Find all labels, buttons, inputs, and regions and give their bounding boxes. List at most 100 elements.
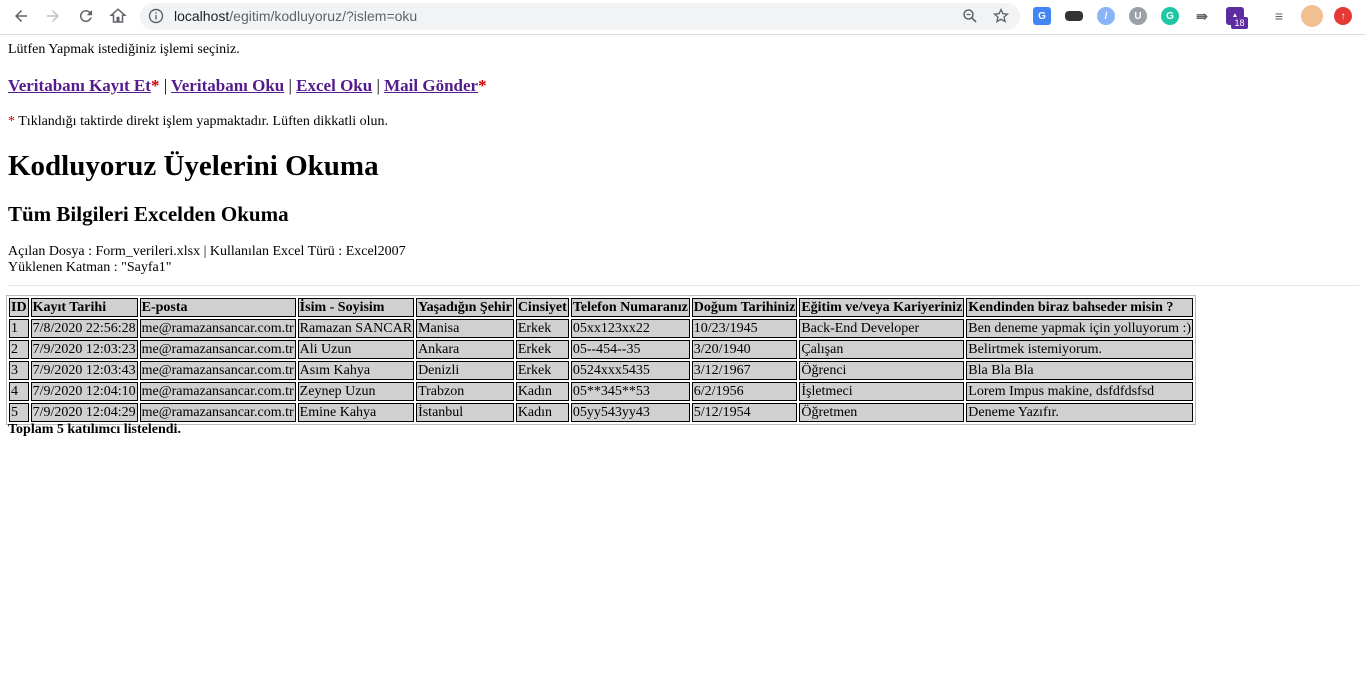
table-row: 1 7/8/2020 22:56:28 me@ramazansancar.com… <box>9 319 1194 338</box>
table-cell: Ali Uzun <box>297 340 415 359</box>
table-cell: İşletmeci <box>799 382 965 401</box>
column-header: Doğum Tarihiniz <box>691 298 798 317</box>
column-header: Yaşadığın Şehir <box>416 298 514 317</box>
table-cell: Öğretmen <box>799 403 965 422</box>
table-cell: 05xx123xx22 <box>570 319 690 338</box>
file-line: Açılan Dosya : Form_verileri.xlsx | Kull… <box>8 244 406 259</box>
zoom-icon[interactable] <box>962 8 978 24</box>
media-queue-icon[interactable]: ≡ <box>1270 7 1288 25</box>
info-icon[interactable] <box>148 8 164 24</box>
table-cell: 10/23/1945 <box>691 319 798 338</box>
db-save-link[interactable]: Veritabanı Kayıt Et <box>8 76 151 95</box>
page-subtitle: Tüm Bilgileri Excelden Okuma <box>8 202 289 226</box>
reload-icon[interactable] <box>75 5 97 27</box>
warning-note: * Tıklandığı taktirde direkt işlem yapma… <box>8 114 388 130</box>
table-cell: Erkek <box>515 340 569 359</box>
table-cell: Trabzon <box>416 382 514 401</box>
table-cell: Erkek <box>515 361 569 380</box>
grammarly-icon[interactable]: G <box>1161 7 1179 25</box>
column-header: Kendinden biraz bahseder misin ? <box>966 298 1194 317</box>
table-cell: me@ramazansancar.com.tr <box>139 340 296 359</box>
update-arrow-icon[interactable]: ↑ <box>1334 7 1352 25</box>
table-header-row: ID Kayıt Tarihi E-posta İsim - Soyisim Y… <box>9 298 1194 317</box>
table-cell: Erkek <box>515 319 569 338</box>
url-text[interactable]: localhost/egitim/kodluyoruz/?islem=oku <box>174 8 417 25</box>
column-header: Telefon Numaranız <box>570 298 690 317</box>
extension-u-icon[interactable]: U <box>1129 7 1147 25</box>
menu-separator: | <box>288 76 292 95</box>
layer-line: Yüklenen Katman : "Sayfa1" <box>8 260 172 275</box>
table-cell: Çalışan <box>799 340 965 359</box>
table-cell: 4 <box>9 382 29 401</box>
table-cell: me@ramazansancar.com.tr <box>139 361 296 380</box>
page-title: Kodluyoruz Üyelerini Okuma <box>8 150 379 182</box>
table-cell: me@ramazansancar.com.tr <box>139 319 296 338</box>
translate-icon[interactable]: G <box>1033 7 1051 25</box>
table-cell: Lorem Impus makine, dsfdfdsfsd <box>966 382 1194 401</box>
table-cell: Ramazan SANCAR <box>297 319 415 338</box>
address-bar[interactable]: localhost/egitim/kodluyoruz/?islem=oku <box>140 3 1020 30</box>
intro-text: Lütfen Yapmak istediğiniz işlemi seçiniz… <box>8 42 240 57</box>
excel-read-link[interactable]: Excel Oku <box>296 76 372 95</box>
table-cell: İstanbul <box>416 403 514 422</box>
warning-star: * <box>8 114 15 129</box>
column-header: Cinsiyet <box>515 298 569 317</box>
back-icon[interactable] <box>10 5 32 27</box>
table-cell: Emine Kahya <box>297 403 415 422</box>
extension-badge: 18 <box>1231 17 1248 29</box>
warning-star: * <box>150 76 160 95</box>
mail-send-link[interactable]: Mail Gönder <box>384 76 478 95</box>
table-cell: 05yy543yy43 <box>570 403 690 422</box>
column-header: Kayıt Tarihi <box>30 298 138 317</box>
table-cell: 7/9/2020 12:03:23 <box>30 340 138 359</box>
table-cell: Manisa <box>416 319 514 338</box>
table-cell: Deneme Yazıfır. <box>966 403 1194 422</box>
home-icon[interactable] <box>107 5 129 27</box>
total-count: Toplam 5 katılımcı listelendi. <box>8 422 181 437</box>
table-row: 4 7/9/2020 12:04:10 me@ramazansancar.com… <box>9 382 1194 401</box>
table-cell: Denizli <box>416 361 514 380</box>
table-cell: 7/9/2020 12:04:29 <box>30 403 138 422</box>
table-cell: Kadın <box>515 382 569 401</box>
table-cell: 2 <box>9 340 29 359</box>
table-cell: 5/12/1954 <box>691 403 798 422</box>
table-cell: 7/9/2020 12:03:43 <box>30 361 138 380</box>
table-cell: 3/20/1940 <box>691 340 798 359</box>
table-cell: Kadın <box>515 403 569 422</box>
table-cell: 7/9/2020 12:04:10 <box>30 382 138 401</box>
menu-separator: | <box>376 76 380 95</box>
table-cell: Ankara <box>416 340 514 359</box>
table-cell: 5 <box>9 403 29 422</box>
table-cell: Asım Kahya <box>297 361 415 380</box>
column-header: Eğitim ve/veya Kariyeriniz <box>799 298 965 317</box>
table-cell: Öğrenci <box>799 361 965 380</box>
table-cell: Ben deneme yapmak için yolluyorum :) <box>966 319 1194 338</box>
table-cell: me@ramazansancar.com.tr <box>139 403 296 422</box>
menu-separator: | <box>163 76 168 95</box>
divider <box>8 285 1359 286</box>
incognito-glasses-icon[interactable] <box>1065 11 1083 21</box>
file-info: Açılan Dosya : Form_verileri.xlsx | Kull… <box>8 244 406 276</box>
db-read-link[interactable]: Veritabanı Oku <box>171 76 284 95</box>
extension-compass-icon[interactable]: / <box>1097 7 1115 25</box>
table-cell: me@ramazansancar.com.tr <box>139 382 296 401</box>
table-row: 2 7/9/2020 12:03:23 me@ramazansancar.com… <box>9 340 1194 359</box>
table-cell: 7/8/2020 22:56:28 <box>30 319 138 338</box>
table-cell: 6/2/1956 <box>691 382 798 401</box>
forward-icon[interactable] <box>42 5 64 27</box>
table-cell: Back-End Developer <box>799 319 965 338</box>
warning-star: * <box>478 76 487 95</box>
warning-note-text: Tıklandığı taktirde direkt işlem yapmakt… <box>18 114 388 129</box>
column-header: İsim - Soyisim <box>297 298 415 317</box>
members-table: ID Kayıt Tarihi E-posta İsim - Soyisim Y… <box>6 295 1197 425</box>
bookmark-star-icon[interactable] <box>993 8 1009 24</box>
table-cell: 3 <box>9 361 29 380</box>
table-row: 5 7/9/2020 12:04:29 me@ramazansancar.com… <box>9 403 1194 422</box>
table-cell: Zeynep Uzun <box>297 382 415 401</box>
send-arrow-icon[interactable]: ⇛ <box>1193 7 1211 25</box>
table-cell: 0524xxx5435 <box>570 361 690 380</box>
table-row: 3 7/9/2020 12:03:43 me@ramazansancar.com… <box>9 361 1194 380</box>
avatar[interactable] <box>1301 5 1323 27</box>
action-menu: Veritabanı Kayıt Et* | Veritabanı Oku | … <box>8 76 487 96</box>
table-cell: 3/12/1967 <box>691 361 798 380</box>
